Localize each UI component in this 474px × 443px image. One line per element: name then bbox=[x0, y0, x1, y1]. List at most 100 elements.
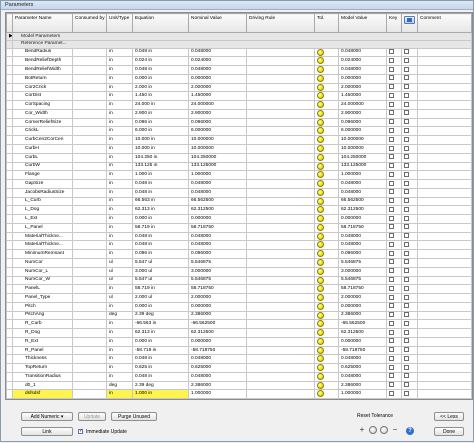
model-value-cell[interactable]: 0.000000 bbox=[338, 73, 387, 84]
param-name-cell[interactable]: CurbH bbox=[12, 144, 73, 154]
consumed-by-cell[interactable] bbox=[72, 328, 107, 338]
key-checkbox[interactable] bbox=[389, 171, 394, 177]
comment-cell[interactable] bbox=[417, 196, 472, 207]
table-row[interactable]: R_Ext in 0.000 in 0.000000 0.000000 bbox=[6, 336, 472, 347]
comment-cell[interactable] bbox=[417, 371, 472, 382]
param-name-cell[interactable]: CurbCen2CorCen bbox=[12, 135, 73, 146]
param-name-cell[interactable]: NumCor_L bbox=[12, 266, 73, 277]
model-value-cell[interactable]: 62.312500 bbox=[338, 205, 387, 216]
tolerance-cell[interactable] bbox=[314, 108, 339, 119]
model-value-cell[interactable]: 0.048000 bbox=[338, 65, 387, 75]
consumed-by-cell[interactable] bbox=[72, 363, 107, 373]
export-cell[interactable] bbox=[401, 179, 418, 189]
consumed-by-cell[interactable] bbox=[72, 47, 107, 58]
group-user-parameters[interactable]: User Parameters bbox=[6, 398, 472, 399]
equation-cell[interactable]: 0.096 in bbox=[132, 249, 189, 259]
equation-cell[interactable]: 5.547 ul bbox=[132, 257, 189, 268]
unit-cell[interactable]: in bbox=[106, 179, 133, 189]
param-name-cell[interactable]: CurbL bbox=[12, 152, 73, 163]
driving-rule-cell[interactable] bbox=[246, 91, 315, 102]
export-checkbox[interactable] bbox=[404, 145, 409, 151]
consumed-by-cell[interactable] bbox=[72, 117, 107, 128]
model-value-cell[interactable]: 58.718750 bbox=[338, 284, 387, 295]
unit-cell[interactable]: in bbox=[106, 170, 133, 181]
tolerance-cell[interactable] bbox=[314, 284, 339, 295]
table-row[interactable]: BendReliefWidth in 0.048 in 0.048000 0.04800… bbox=[6, 65, 472, 75]
equation-cell[interactable]: 3.000 ul bbox=[132, 266, 189, 277]
done-button[interactable]: Done bbox=[434, 427, 464, 436]
param-name-cell[interactable]: L_Panel bbox=[12, 222, 73, 233]
unit-cell[interactable]: in bbox=[106, 56, 133, 67]
driving-rule-cell[interactable] bbox=[246, 135, 315, 146]
nominal-value-cell[interactable]: 10.000000 bbox=[188, 144, 247, 154]
export-checkbox[interactable] bbox=[404, 180, 409, 186]
export-cell[interactable] bbox=[401, 363, 418, 373]
param-name-cell[interactable]: BendRadius bbox=[12, 47, 73, 58]
tolerance-cell[interactable] bbox=[314, 135, 339, 146]
unit-cell[interactable]: in bbox=[106, 91, 133, 102]
comment-cell[interactable] bbox=[417, 170, 472, 181]
export-cell[interactable] bbox=[401, 222, 418, 233]
param-name-cell[interactable]: MaterialThickne... bbox=[12, 240, 73, 251]
comment-cell[interactable] bbox=[417, 126, 472, 137]
tolerance-lamp-icon[interactable] bbox=[317, 338, 324, 345]
link-button[interactable]: Link bbox=[21, 427, 73, 436]
nominal-value-cell[interactable]: 24.000000 bbox=[188, 100, 247, 110]
group-reference-parameters[interactable]: Reference Paramet... bbox=[6, 40, 472, 49]
equation-cell[interactable]: 0.048 in bbox=[132, 354, 189, 365]
tolerance-lamp-icon[interactable] bbox=[317, 57, 324, 65]
consumed-by-cell[interactable] bbox=[72, 319, 107, 330]
update-button[interactable]: Update bbox=[78, 412, 106, 421]
key-cell[interactable] bbox=[386, 117, 402, 128]
nominal-value-cell[interactable]: 1.450000 bbox=[188, 91, 247, 102]
nominal-value-cell[interactable]: 58.718750 bbox=[188, 284, 247, 295]
key-checkbox[interactable] bbox=[389, 277, 394, 282]
export-cell[interactable] bbox=[401, 319, 418, 330]
tolerance-lamp-icon[interactable] bbox=[317, 180, 324, 188]
param-name-cell[interactable]: R_Curb bbox=[12, 319, 73, 330]
nominal-value-cell[interactable]: 0.048000 bbox=[188, 231, 247, 242]
group-label[interactable]: Model Parameters bbox=[12, 32, 472, 41]
unit-cell[interactable]: in bbox=[106, 231, 133, 242]
param-name-cell[interactable]: L_Dog bbox=[12, 205, 73, 216]
export-checkbox[interactable] bbox=[404, 189, 409, 195]
model-value-cell[interactable]: 1.000000 bbox=[338, 170, 387, 181]
tolerance-lamp-icon[interactable] bbox=[317, 224, 324, 231]
unit-cell[interactable]: in bbox=[106, 152, 133, 163]
key-checkbox[interactable] bbox=[389, 373, 394, 379]
comment-cell[interactable] bbox=[417, 266, 472, 277]
driving-rule-cell[interactable] bbox=[246, 257, 315, 268]
equation-cell[interactable]: 24.000 in bbox=[132, 100, 189, 110]
unit-cell[interactable]: ul bbox=[106, 293, 133, 303]
export-checkbox[interactable] bbox=[404, 277, 409, 282]
nominal-value-cell[interactable]: 2.000000 bbox=[188, 293, 247, 303]
tolerance-cell[interactable] bbox=[314, 319, 339, 330]
export-checkbox[interactable] bbox=[404, 355, 409, 361]
param-name-cell[interactable]: d0_1 bbox=[12, 380, 73, 391]
table-row[interactable]: GapSize in 0.048 in 0.048000 0.048000 bbox=[6, 179, 472, 189]
unit-cell[interactable]: in bbox=[106, 126, 133, 137]
tolerance-cell[interactable] bbox=[314, 389, 339, 399]
key-cell[interactable] bbox=[386, 301, 402, 312]
param-name-cell[interactable]: NumCor bbox=[12, 257, 73, 268]
comment-cell[interactable] bbox=[417, 82, 472, 93]
param-name-cell[interactable]: CornerReliefSize bbox=[12, 117, 73, 128]
equation-cell[interactable]: 0.000 in bbox=[132, 73, 189, 84]
key-checkbox[interactable] bbox=[389, 92, 394, 98]
key-cell[interactable] bbox=[386, 100, 402, 110]
tolerance-lamp-icon[interactable] bbox=[317, 110, 324, 117]
equation-cell[interactable]: 66.563 in bbox=[132, 196, 189, 207]
unit-cell[interactable]: in bbox=[106, 354, 133, 365]
key-cell[interactable] bbox=[386, 205, 402, 216]
equation-cell[interactable]: 2.39 deg bbox=[132, 380, 189, 391]
key-cell[interactable] bbox=[386, 47, 402, 58]
equation-cell[interactable]: 0.048 in bbox=[132, 371, 189, 382]
equation-cell[interactable]: 62.313 in bbox=[132, 328, 189, 338]
export-cell[interactable] bbox=[401, 170, 418, 181]
tolerance-cell[interactable] bbox=[314, 47, 339, 58]
less-button[interactable]: << Less bbox=[434, 412, 464, 421]
export-checkbox[interactable] bbox=[404, 66, 409, 72]
consumed-by-cell[interactable] bbox=[72, 293, 107, 303]
equation-cell[interactable]: 5.547 ul bbox=[132, 275, 189, 286]
model-value-cell[interactable]: 0.048000 bbox=[338, 354, 387, 365]
